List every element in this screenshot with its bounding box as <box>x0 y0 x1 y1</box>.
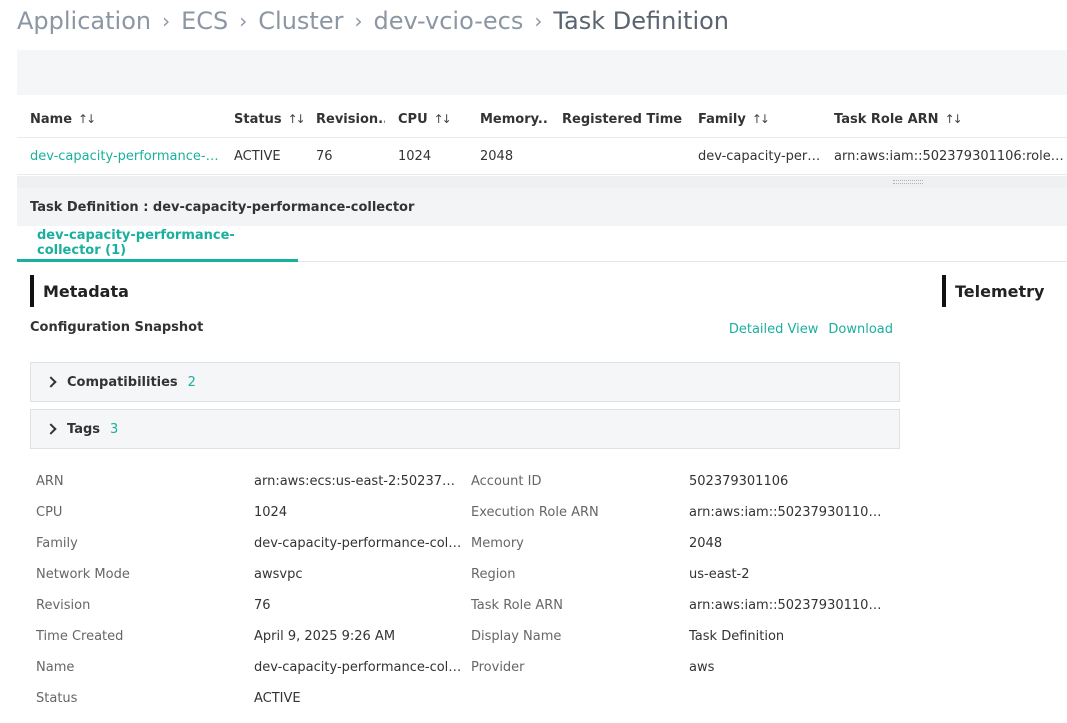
telemetry-heading: Telemetry <box>942 275 1044 307</box>
property-value: us-east-2 <box>689 567 750 582</box>
property-key: CPU <box>36 505 63 520</box>
property-value: 1024 <box>254 505 288 520</box>
snapshot-actions: Detailed View Download <box>729 322 893 337</box>
property-value: arn:aws:iam::502379301106:rol... <box>689 505 889 520</box>
chevron-right-icon: › <box>162 9 171 33</box>
property-key: Network Mode <box>36 567 130 582</box>
property-key: ARN <box>36 474 64 489</box>
sort-arrows-icon[interactable]: ↑↓ <box>78 112 96 126</box>
cell-status: ACTIVE <box>234 148 281 164</box>
property-row: CPU 1024 Execution Role ARN arn:aws:iam:… <box>36 497 896 528</box>
property-row: Family dev-capacity-performance-colle...… <box>36 528 896 559</box>
cell-task-role-arn: arn:aws:iam::502379301106:role/dev_c <box>834 148 1067 164</box>
property-key: Provider <box>471 660 525 675</box>
drag-handle-icon[interactable] <box>893 180 923 184</box>
property-key: Task Role ARN <box>471 598 563 613</box>
property-key: Memory <box>471 536 524 551</box>
column-header-task-role-arn[interactable]: Task Role ARN ↑↓ <box>821 112 1067 127</box>
property-key: Region <box>471 567 516 582</box>
property-value: aws <box>689 660 715 675</box>
column-header-cpu[interactable]: CPU ↑↓ <box>385 112 467 127</box>
property-row: Status ACTIVE <box>36 683 896 714</box>
breadcrumb-ecs[interactable]: ECS <box>181 7 228 35</box>
property-row: ARN arn:aws:ecs:us-east-2:50237930... Ac… <box>36 466 896 497</box>
column-header-registered-time[interactable]: Registered Time↑↓ <box>549 112 685 127</box>
section-marker <box>30 275 34 307</box>
sort-arrows-icon[interactable]: ↑↓ <box>945 112 963 126</box>
property-row: Network Mode awsvpc Region us-east-2 <box>36 559 896 590</box>
accordion-compatibilities[interactable]: Compatibilities 2 <box>30 362 900 402</box>
property-value: April 9, 2025 9:26 AM <box>254 629 396 644</box>
metadata-heading: Metadata <box>30 275 129 307</box>
property-key: Time Created <box>36 629 124 644</box>
column-header-memory[interactable]: Memory... <box>467 112 549 127</box>
cell-cpu: 1024 <box>398 148 432 164</box>
detail-panel-title: Task Definition : dev-capacity-performan… <box>17 188 1067 226</box>
cell-memory: 2048 <box>480 148 514 164</box>
page-title: Task Definition <box>553 7 729 35</box>
property-key: Status <box>36 691 78 706</box>
property-key: Display Name <box>471 629 562 644</box>
property-value: ACTIVE <box>254 691 301 706</box>
tab-bar: dev-capacity-performance-collector (1) <box>17 226 1067 262</box>
table-row[interactable]: dev-capacity-performance-col... ACTIVE 7… <box>17 138 1067 175</box>
detailed-view-link[interactable]: Detailed View <box>729 322 819 337</box>
chevron-right-icon: › <box>534 9 543 33</box>
toolbar-band <box>17 50 1067 95</box>
property-row: Revision 76 Task Role ARN arn:aws:iam::5… <box>36 590 896 621</box>
task-definition-table: Name↑↓ Status↑↓ Revision... CPU↑↓ Memory… <box>17 101 1067 175</box>
chevron-right-icon: › <box>239 9 248 33</box>
column-header-revision[interactable]: Revision... <box>303 112 385 127</box>
property-key: Revision <box>36 598 91 613</box>
section-marker <box>942 275 946 307</box>
property-value: 2048 <box>689 536 723 551</box>
task-name-link[interactable]: dev-capacity-performance-col... <box>17 149 221 164</box>
configuration-snapshot-label: Configuration Snapshot <box>30 320 204 335</box>
property-key: Family <box>36 536 78 551</box>
chevron-right-icon <box>45 423 57 435</box>
breadcrumb-application[interactable]: Application <box>17 7 151 35</box>
cell-revision: 76 <box>316 148 333 164</box>
property-value: 502379301106 <box>689 474 789 489</box>
property-value: 76 <box>254 598 271 613</box>
count-badge: 2 <box>187 374 196 390</box>
property-grid: ARN arn:aws:ecs:us-east-2:50237930... Ac… <box>36 466 896 714</box>
chevron-right-icon: › <box>354 9 363 33</box>
property-value: dev-capacity-performance-colle... <box>254 536 471 551</box>
property-value: awsvpc <box>254 567 303 582</box>
property-row: Time Created April 9, 2025 9:26 AM Displ… <box>36 621 896 652</box>
table-header: Name↑↓ Status↑↓ Revision... CPU↑↓ Memory… <box>17 101 1067 138</box>
property-key: Name <box>36 660 75 675</box>
download-link[interactable]: Download <box>828 322 893 337</box>
column-header-family[interactable]: Family ↑↓ <box>685 112 821 127</box>
cell-family: dev-capacity-perfo... <box>698 148 821 164</box>
property-key: Execution Role ARN <box>471 505 599 520</box>
sort-arrows-icon[interactable]: ↑↓ <box>434 112 452 126</box>
property-value: dev-capacity-performance-colle... <box>254 660 471 675</box>
column-header-name[interactable]: Name ↑↓ <box>17 112 221 127</box>
breadcrumb-cluster[interactable]: Cluster <box>258 7 343 35</box>
column-header-status[interactable]: Status ↑↓ <box>221 112 303 127</box>
sort-arrows-icon[interactable]: ↑↓ <box>752 112 770 126</box>
tab-task-definition[interactable]: dev-capacity-performance-collector (1) <box>17 226 298 262</box>
accordion-tags[interactable]: Tags 3 <box>30 409 900 449</box>
count-badge: 3 <box>110 421 119 437</box>
property-value: arn:aws:ecs:us-east-2:50237930... <box>254 474 471 489</box>
chevron-right-icon <box>45 376 57 388</box>
breadcrumb-cluster-name[interactable]: dev-vcio-ecs <box>373 7 523 35</box>
resize-bar[interactable] <box>17 176 1067 188</box>
property-row: Name dev-capacity-performance-colle... P… <box>36 652 896 683</box>
sort-arrows-icon[interactable]: ↑↓ <box>288 112 303 126</box>
breadcrumb: Application › ECS › Cluster › dev-vcio-e… <box>17 4 729 38</box>
property-value: arn:aws:iam::502379301106:rol... <box>689 598 889 613</box>
property-value: Task Definition <box>689 629 785 644</box>
property-key: Account ID <box>471 474 542 489</box>
